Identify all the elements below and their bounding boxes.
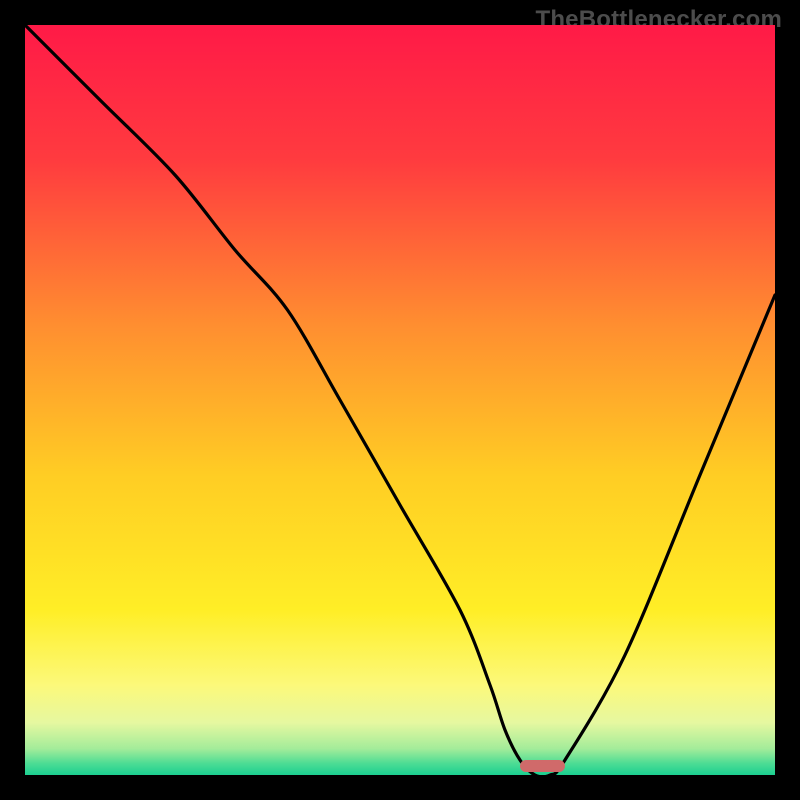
chart-frame: TheBottlenecker.com (0, 0, 800, 800)
optimum-marker (520, 760, 565, 772)
plot-svg (25, 25, 775, 775)
plot-area (25, 25, 775, 775)
